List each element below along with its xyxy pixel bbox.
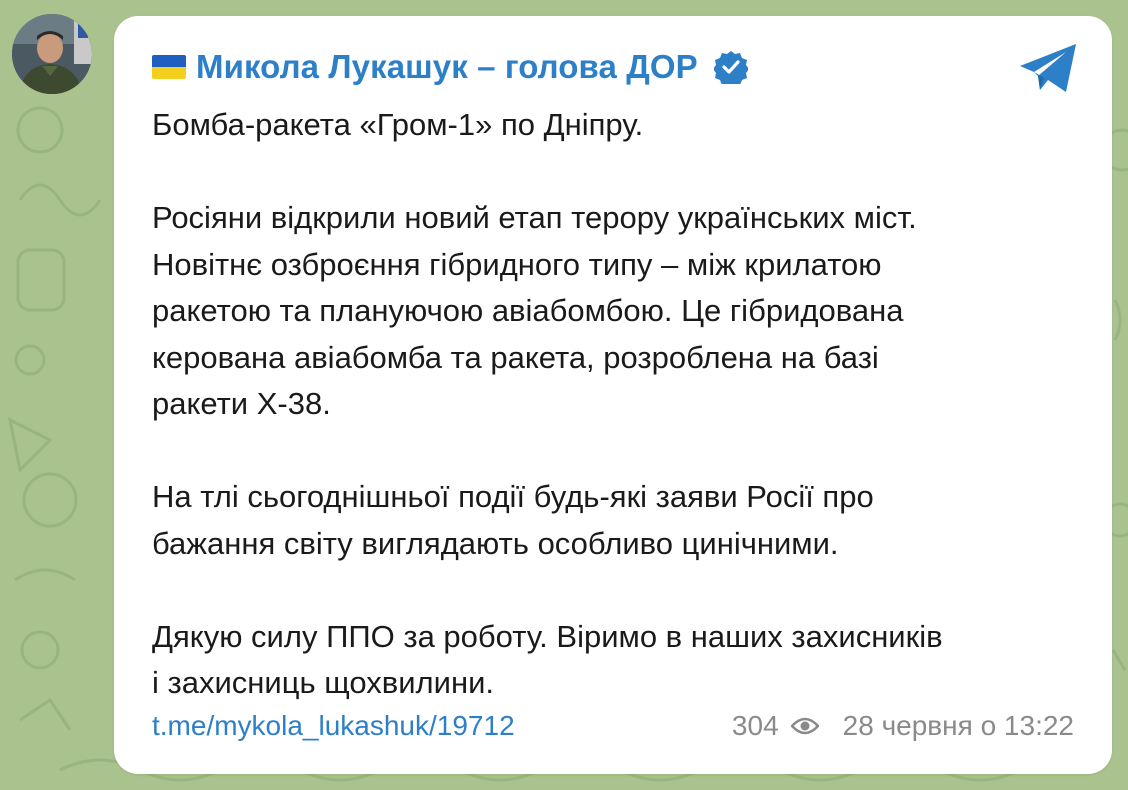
channel-name[interactable]: Микола Лукашук – голова ДОР: [196, 48, 698, 86]
verified-badge-icon: [713, 51, 748, 84]
text-line: Бомба-ракета «Гром-1» по Дніпру.: [152, 107, 644, 142]
message-footer: t.me/mykola_lukashuk/19712 304 28 червня…: [152, 706, 1074, 746]
channel-avatar[interactable]: [12, 14, 92, 94]
message-date: 28 червня о 13:22: [842, 710, 1074, 741]
text-line: На тлі сьогоднішньої події будь-які заяв…: [152, 479, 874, 514]
text-line: ракетою та плануючою авіабомбою. Це гібр…: [152, 293, 904, 328]
paragraph-statement: На тлі сьогоднішньої події будь-які заяв…: [152, 474, 1082, 567]
text-line: і захисниць щохвилини.: [152, 665, 495, 700]
text-line: Новітнє озброєння гібридного типу – між …: [152, 246, 882, 282]
text-line: Росіяни відкрили новий етап терору украї…: [152, 200, 917, 235]
text-line: Дякую силу ППО за роботу. Віримо в наших…: [152, 618, 943, 654]
view-count: 304: [731, 710, 779, 741]
paragraph-thanks: Дякую силу ППО за роботу. Віримо в наших…: [152, 614, 1082, 707]
message-text: Бомба-ракета «Гром-1» по Дніпру. Росіяни…: [152, 102, 1082, 707]
paragraph-title: Бомба-ракета «Гром-1» по Дніпру.: [152, 102, 1082, 149]
post-link[interactable]: t.me/mykola_lukashuk/19712: [152, 710, 515, 742]
text-line: ракети Х-38.: [152, 386, 331, 421]
paragraph-weapon: Росіяни відкрили новий етап терору украї…: [152, 195, 1082, 428]
ukraine-flag-icon: [152, 55, 186, 79]
telegram-share-icon[interactable]: [1018, 42, 1080, 96]
eye-icon: [790, 717, 819, 735]
message-bubble: Микола Лукашук – голова ДОР Бомба-ракета…: [114, 16, 1112, 774]
text-line: керована авіабомба та ракета, розроблена…: [152, 339, 879, 375]
message-meta: 304 28 червня о 13:22: [732, 710, 1074, 742]
text-line: бажання світу виглядають особливо цинічн…: [152, 525, 839, 561]
message-header: Микола Лукашук – голова ДОР: [152, 44, 748, 90]
avatar-photo-icon: [12, 14, 92, 94]
